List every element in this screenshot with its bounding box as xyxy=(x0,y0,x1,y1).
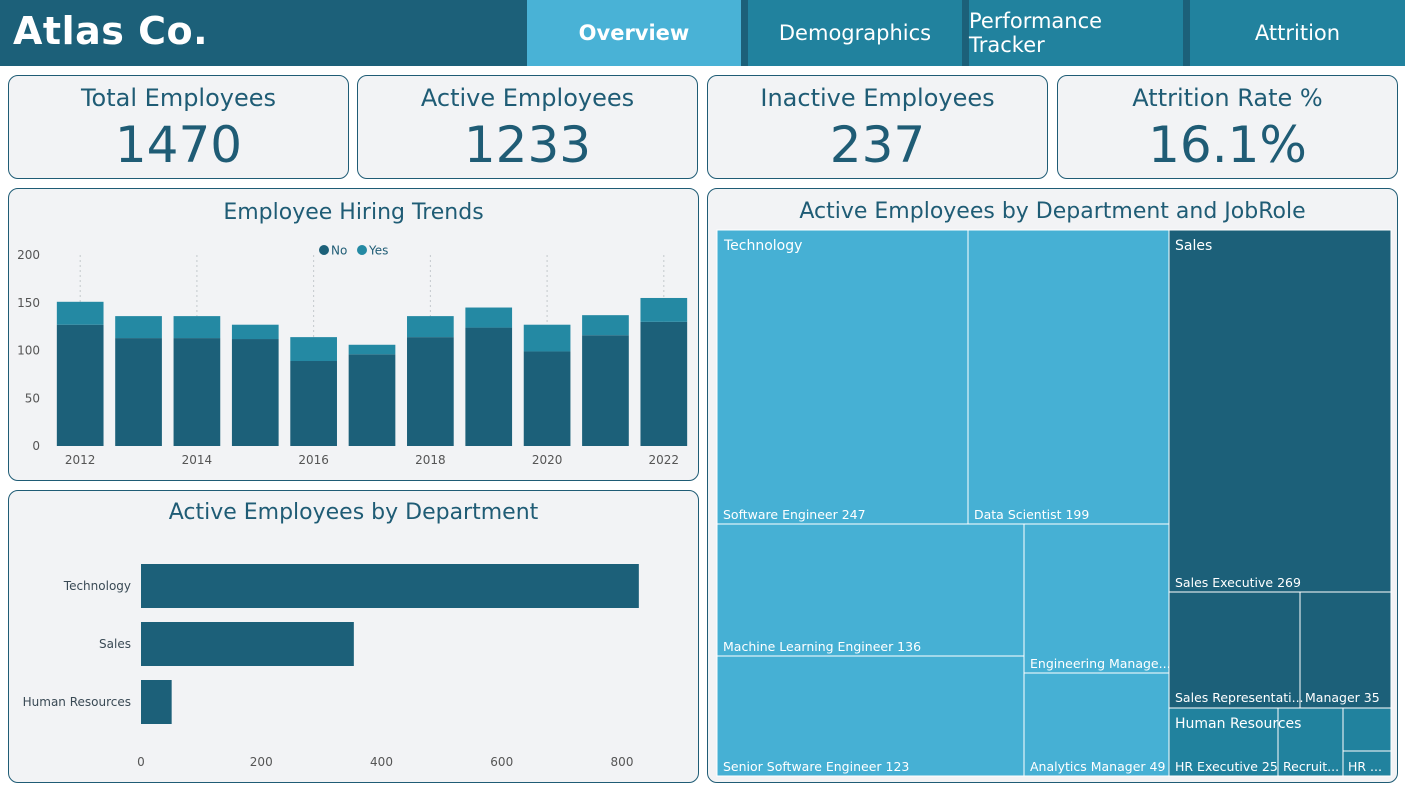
legend-label-no: No xyxy=(331,244,347,258)
dept-x-tick-label: 0 xyxy=(137,755,145,769)
y-tick-label: 50 xyxy=(25,391,40,405)
brand-title: Atlas Co. xyxy=(13,9,209,53)
tab-performance-tracker[interactable]: Performance Tracker xyxy=(969,0,1183,66)
treemap-panel: Active Employees by Department and JobRo… xyxy=(707,188,1398,783)
treemap-label-recruiter: Recruit... xyxy=(1283,759,1339,774)
bar-no-2017[interactable] xyxy=(348,354,396,446)
kpi-inactive-employees: Inactive Employees 237 xyxy=(707,75,1048,179)
treemap-cell-data-scientist[interactable] xyxy=(967,229,1170,525)
treemap-label-engineering-manager: Engineering Manage... xyxy=(1030,656,1171,671)
kpi-active-employees: Active Employees 1233 xyxy=(357,75,698,179)
y-tick-label: 200 xyxy=(17,248,40,262)
dept-bar-sales[interactable] xyxy=(141,622,354,666)
dept-bar-technology[interactable] xyxy=(141,564,639,608)
treemap-dept-human-resources: Human Resources xyxy=(1175,716,1301,732)
treemap-label-hr-other: HR ... xyxy=(1348,759,1382,774)
bar-no-2022[interactable] xyxy=(640,321,688,446)
bar-no-2012[interactable] xyxy=(56,324,104,446)
treemap-cell-software-engineer[interactable] xyxy=(716,229,969,525)
bar-yes-2012[interactable] xyxy=(56,301,104,325)
x-tick-label: 2020 xyxy=(532,453,563,467)
kpi-label: Active Employees xyxy=(420,84,635,112)
bar-yes-2018[interactable] xyxy=(407,316,454,338)
treemap-dept-technology: Technology xyxy=(723,238,802,254)
kpi-label: Inactive Employees xyxy=(760,84,995,112)
bar-yes-2015[interactable] xyxy=(231,324,279,340)
bar-yes-2016[interactable] xyxy=(290,337,337,362)
dept-category-label: Technology xyxy=(63,579,131,593)
dept-category-label: Human Resources xyxy=(23,695,131,709)
treemap-label-manager: Manager 35 xyxy=(1305,690,1380,705)
y-tick-label: 100 xyxy=(17,344,40,358)
bar-no-2018[interactable] xyxy=(407,337,454,446)
header-bar: Atlas Co. Overview Demographics Performa… xyxy=(0,0,1405,66)
tab-overview[interactable]: Overview xyxy=(527,0,741,66)
bar-no-2014[interactable] xyxy=(173,338,221,446)
treemap-dept-sales: Sales xyxy=(1175,238,1212,254)
treemap-label-sales-executive: Sales Executive 269 xyxy=(1175,575,1301,590)
kpi-attrition-rate: Attrition Rate % 16.1% xyxy=(1057,75,1398,179)
dept-x-tick-label: 600 xyxy=(490,755,513,769)
y-tick-label: 150 xyxy=(17,296,40,310)
treemap-label-ml-engineer: Machine Learning Engineer 136 xyxy=(723,639,921,654)
treemap-cell-hr-other[interactable] xyxy=(1342,707,1392,752)
treemap-cell-engineering-manager[interactable] xyxy=(1023,523,1170,674)
bar-yes-2022[interactable] xyxy=(640,297,688,322)
legend-swatch-yes xyxy=(357,245,367,255)
bar-no-2020[interactable] xyxy=(523,351,571,446)
tab-attrition[interactable]: Attrition xyxy=(1190,0,1405,66)
x-tick-label: 2022 xyxy=(649,453,680,467)
bar-no-2021[interactable] xyxy=(582,335,629,446)
kpi-label: Total Employees xyxy=(80,84,277,112)
treemap-label-hr-executive: HR Executive 25 xyxy=(1175,759,1278,774)
x-tick-label: 2012 xyxy=(65,453,96,467)
dept-x-tick-label: 400 xyxy=(370,755,393,769)
kpi-value: 1233 xyxy=(463,116,592,174)
x-tick-label: 2018 xyxy=(415,453,446,467)
kpi-label: Attrition Rate % xyxy=(1132,84,1323,112)
bar-yes-2021[interactable] xyxy=(582,315,629,336)
treemap-cell-senior-software-engineer[interactable] xyxy=(716,655,1025,777)
dept-bar-chart: Technology Sales Human Resources 0 200 400 600… xyxy=(23,564,639,769)
bar-no-2013[interactable] xyxy=(115,338,162,446)
legend-swatch-no xyxy=(319,245,329,255)
hiring-trends-panel: Employee Hiring Trends No Yes 0 50 100 150 200… xyxy=(8,188,699,481)
hiring-trends-chart: No Yes 0 50 100 150 200 2012 2014 2016 2018 2020 202… xyxy=(17,244,688,467)
treemap-cell-ml-engineer[interactable] xyxy=(716,523,1025,657)
bar-no-2019[interactable] xyxy=(465,327,513,446)
hiring-legend: No Yes xyxy=(319,244,388,258)
dept-bar-panel: Active Employees by Department Technolog… xyxy=(8,490,699,783)
dept-x-tick-label: 800 xyxy=(611,755,634,769)
treemap-chart: Technology Sales Human Resources Softwar… xyxy=(716,229,1392,777)
tab-demographics[interactable]: Demographics xyxy=(748,0,962,66)
treemap-label-senior-software-engineer: Senior Software Engineer 123 xyxy=(723,759,909,774)
bar-yes-2019[interactable] xyxy=(465,307,513,328)
dept-category-label: Sales xyxy=(99,637,131,651)
bar-no-2016[interactable] xyxy=(290,361,337,446)
bar-yes-2013[interactable] xyxy=(115,316,162,339)
kpi-value: 16.1% xyxy=(1148,116,1307,174)
dept-bar-human-resources[interactable] xyxy=(141,680,172,724)
kpi-value: 1470 xyxy=(114,116,243,174)
x-tick-label: 2016 xyxy=(298,453,329,467)
treemap-label-software-engineer: Software Engineer 247 xyxy=(723,507,866,522)
dept-x-tick-label: 200 xyxy=(250,755,273,769)
bar-yes-2014[interactable] xyxy=(173,316,221,339)
bar-no-2015[interactable] xyxy=(231,339,279,446)
treemap-label-data-scientist: Data Scientist 199 xyxy=(974,507,1089,522)
bar-yes-2017[interactable] xyxy=(348,344,396,355)
x-tick-label: 2014 xyxy=(182,453,213,467)
legend-label-yes: Yes xyxy=(368,244,388,258)
kpi-total-employees: Total Employees 1470 xyxy=(8,75,349,179)
kpi-value: 237 xyxy=(829,116,926,174)
dashboard: Atlas Co. Overview Demographics Performa… xyxy=(0,0,1405,791)
treemap-label-analytics-manager: Analytics Manager 49 xyxy=(1030,759,1165,774)
bar-yes-2020[interactable] xyxy=(523,324,571,352)
treemap-cell-sales-executive[interactable] xyxy=(1168,229,1392,593)
treemap-label-sales-representative: Sales Representati... xyxy=(1175,690,1304,705)
y-tick-label: 0 xyxy=(32,439,40,453)
